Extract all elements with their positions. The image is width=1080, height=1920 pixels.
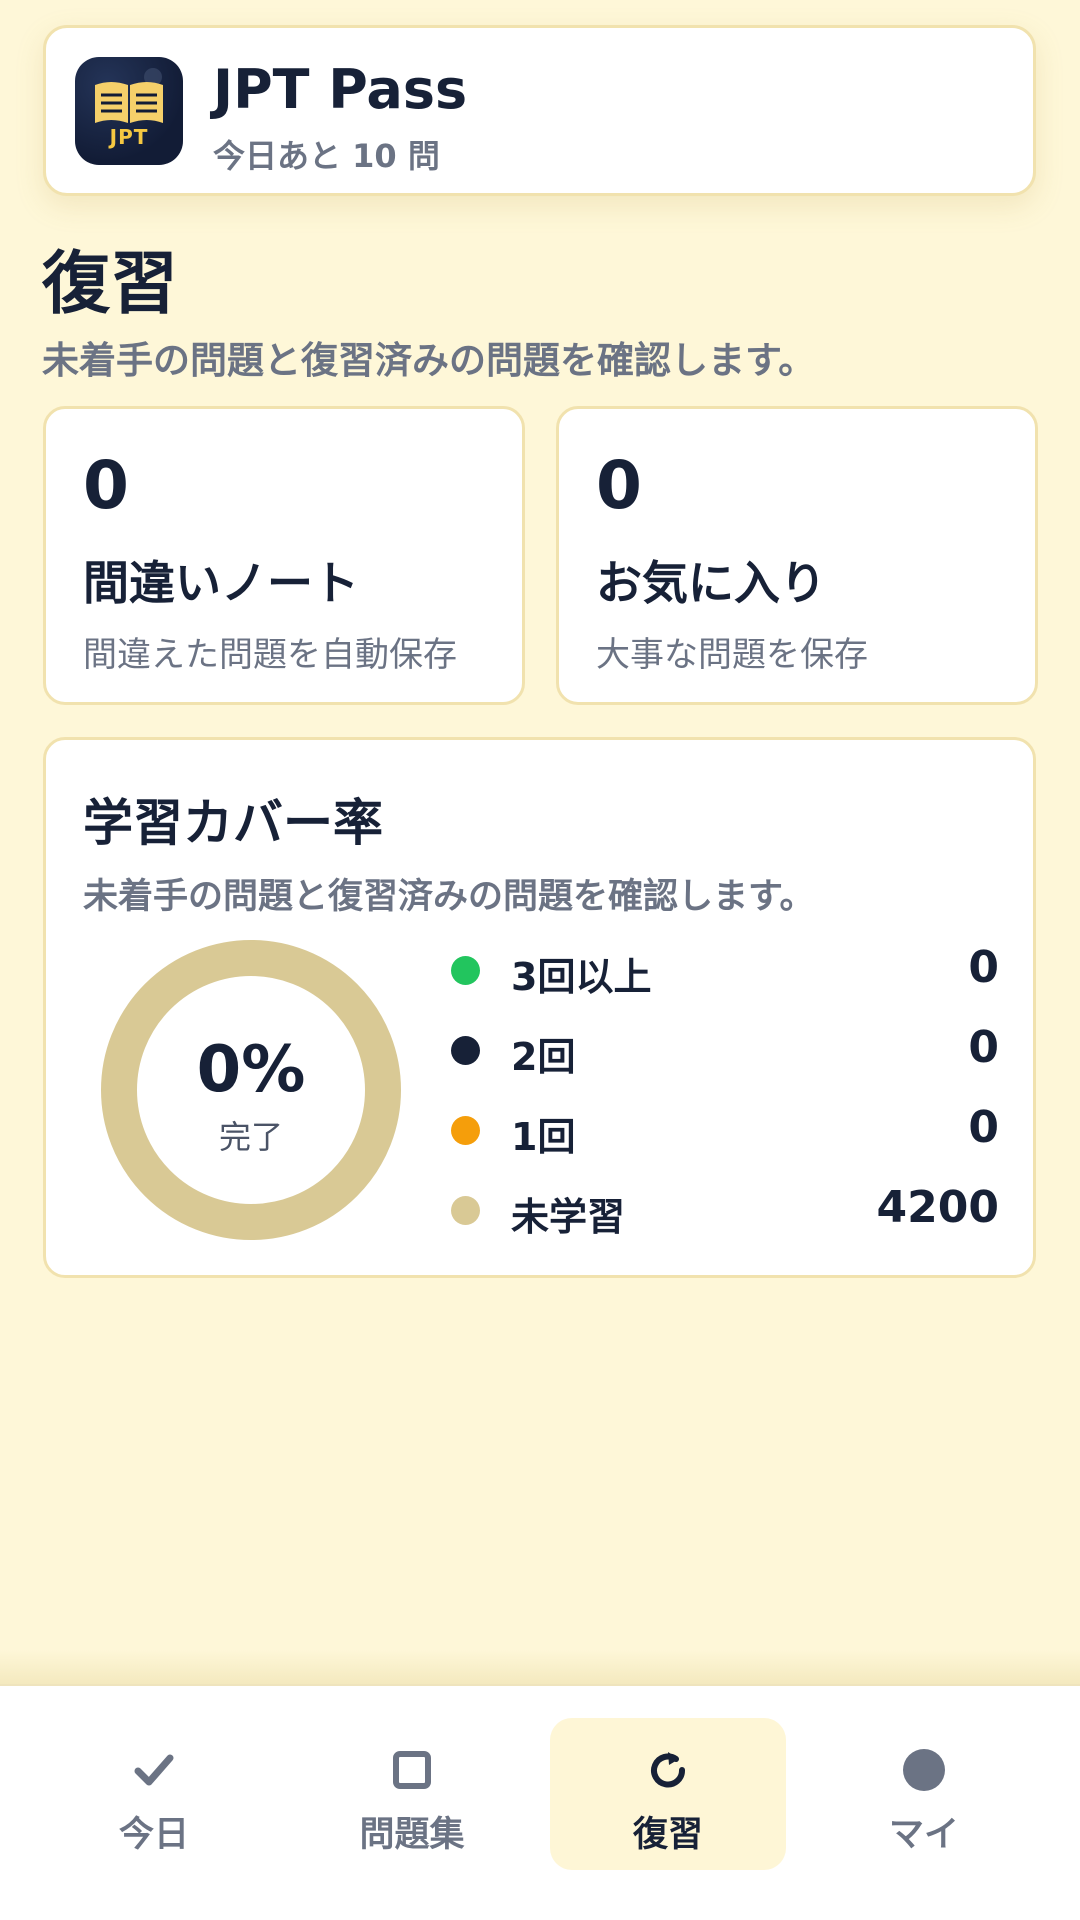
refresh-icon bbox=[651, 1752, 686, 1788]
legend-value: 0 bbox=[968, 1022, 999, 1073]
legend-row-1: 1回 0 bbox=[451, 1100, 999, 1160]
nav-tab-question-sets[interactable]: 問題集 bbox=[294, 1718, 530, 1870]
check-icon bbox=[134, 1754, 174, 1786]
favorites-card[interactable]: 0 お気に入り 大事な問題を保存 bbox=[556, 406, 1038, 705]
coverage-description: 未着手の問題と復習済みの問題を確認します。 bbox=[83, 877, 815, 917]
nav-tab-my[interactable]: マイ bbox=[806, 1718, 1042, 1870]
mistake-notes-count: 0 bbox=[83, 447, 129, 524]
legend-row-3plus: 3回以上 0 bbox=[451, 940, 999, 1000]
nav-label-review: 復習 bbox=[632, 1815, 703, 1855]
app-title: JPT Pass bbox=[213, 58, 468, 121]
legend-value: 0 bbox=[968, 1102, 999, 1153]
mistake-notes-label: 間違いノート bbox=[83, 556, 359, 610]
legend-value: 0 bbox=[968, 942, 999, 993]
nav-label-my: マイ bbox=[888, 1815, 959, 1855]
favorites-description: 大事な問題を保存 bbox=[596, 635, 868, 675]
coverage-title: 学習カバー率 bbox=[83, 794, 383, 852]
legend-dot-gold bbox=[451, 1196, 480, 1225]
coverage-caption: 完了 bbox=[218, 1118, 283, 1156]
coverage-percent: 0% bbox=[196, 1033, 306, 1107]
circle-icon bbox=[903, 1749, 945, 1791]
bottom-nav: 今日 問題集 復習 マイ bbox=[0, 1684, 1080, 1920]
nav-tab-today[interactable]: 今日 bbox=[36, 1718, 272, 1870]
app-header: JPT JPT Pass 今日あと 10 問 bbox=[43, 25, 1036, 196]
favorites-count: 0 bbox=[596, 447, 642, 524]
coverage-card: 学習カバー率 未着手の問題と復習済みの問題を確認します。 0% 完了 3回以上 … bbox=[43, 737, 1036, 1278]
legend-label: 3回以上 bbox=[511, 955, 652, 999]
legend-label: 2回 bbox=[511, 1035, 576, 1079]
mistake-notes-card[interactable]: 0 間違いノート 間違えた問題を自動保存 bbox=[43, 406, 525, 705]
legend-dot-green bbox=[451, 956, 480, 985]
daily-remaining-text: 今日あと 10 問 bbox=[213, 137, 440, 175]
page-title: 復習 bbox=[42, 245, 179, 324]
legend-value: 4200 bbox=[876, 1182, 999, 1233]
open-book-icon: JPT bbox=[75, 57, 183, 165]
nav-label-question-sets: 問題集 bbox=[359, 1815, 465, 1855]
bottom-nav-shadow bbox=[0, 1650, 1080, 1684]
legend-label: 未学習 bbox=[511, 1195, 626, 1239]
coverage-donut-chart: 0% 完了 bbox=[101, 940, 401, 1240]
legend-dot-navy bbox=[451, 1036, 480, 1065]
legend-label: 1回 bbox=[511, 1115, 576, 1159]
nav-label-today: 今日 bbox=[118, 1815, 189, 1855]
app-icon-label: JPT bbox=[109, 125, 149, 149]
mistake-notes-description: 間違えた問題を自動保存 bbox=[83, 635, 457, 675]
square-icon bbox=[393, 1751, 431, 1789]
legend-row-2: 2回 0 bbox=[451, 1020, 999, 1080]
legend-row-unstudied: 未学習 4200 bbox=[451, 1180, 999, 1240]
nav-tab-review[interactable]: 復習 bbox=[550, 1718, 786, 1870]
legend-dot-orange bbox=[451, 1116, 480, 1145]
page-description: 未着手の問題と復習済みの問題を確認します。 bbox=[42, 339, 816, 382]
favorites-label: お気に入り bbox=[596, 556, 826, 610]
